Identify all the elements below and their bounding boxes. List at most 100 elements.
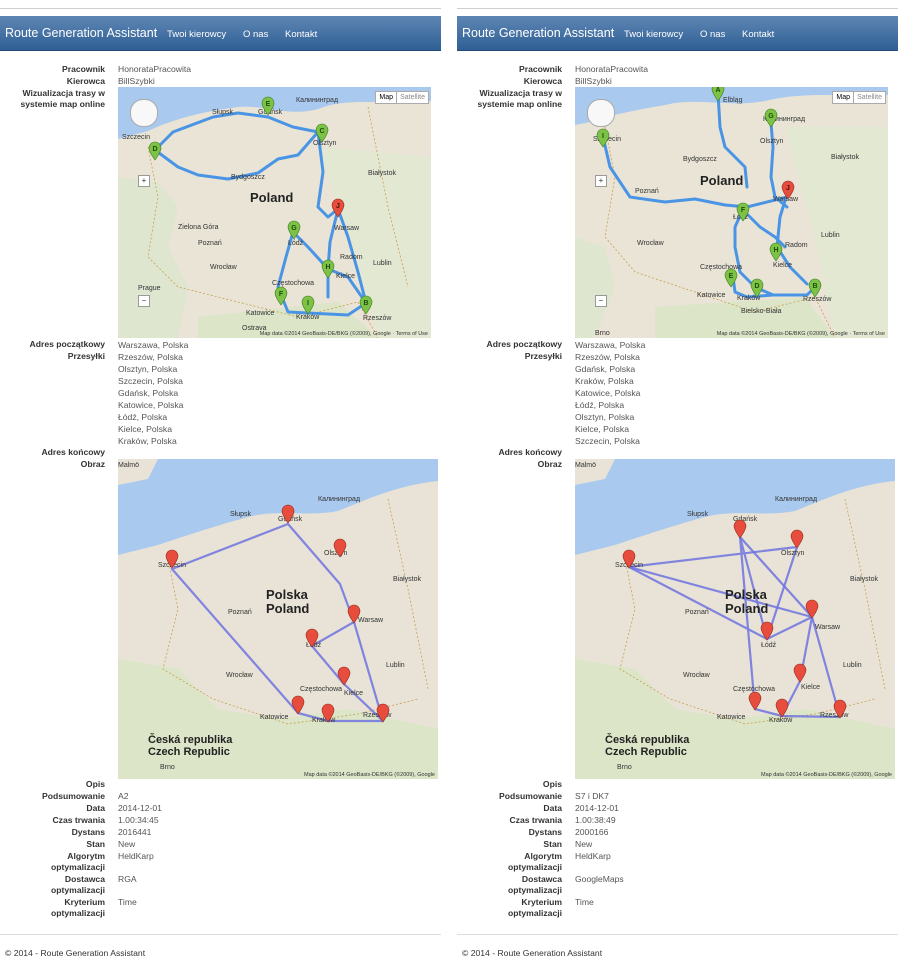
- city-wroclaw-2: Wrocław: [683, 672, 711, 679]
- nav-about-link[interactable]: O nas: [700, 29, 725, 40]
- value-pracownik: HonorataPracowita: [118, 64, 192, 74]
- label-adres-koncowy: Adres końcowy: [41, 447, 105, 457]
- country-label-poland-2: Poland: [266, 601, 309, 616]
- city-lublin-2: Lublin: [843, 662, 862, 669]
- city-czestochowa: Częstochowa: [700, 264, 742, 271]
- label-kryterium: Kryterium: [521, 897, 562, 907]
- brand-link[interactable]: Route Generation Assistant: [5, 26, 157, 40]
- label-adres-poczatkowy: Adres początkowy: [486, 339, 562, 349]
- shipment-item: Olsztyn, Polska: [575, 412, 635, 422]
- shipment-item: Szczecin, Polska: [575, 436, 640, 446]
- city-bielsko-biala: Bielsko-Biała: [741, 308, 782, 315]
- country-label-czech-en: Czech Republic: [605, 746, 687, 758]
- city-warsaw: Warsaw: [773, 196, 799, 203]
- label-dystans: Dystans: [528, 827, 562, 837]
- zoom-out-button[interactable]: −: [595, 295, 607, 307]
- zoom-in-button[interactable]: +: [138, 175, 150, 187]
- shipment-item: Kielce, Polska: [575, 424, 629, 434]
- country-label-polska: Polska: [725, 587, 768, 602]
- map-type-satellite-button[interactable]: Satellite: [396, 91, 429, 104]
- city-zielona-gora: Zielona Góra: [178, 224, 219, 231]
- shipment-item: Łódź, Polska: [575, 400, 625, 410]
- nav-contact-link[interactable]: Kontakt: [285, 29, 317, 40]
- value-algorytm: HeldKarp: [575, 851, 611, 861]
- city-lodz-2: Łódź: [761, 642, 777, 649]
- navbar: Route Generation Assistant Twoi kierowcy…: [0, 16, 441, 51]
- city-brno-2: Brno: [160, 764, 175, 771]
- value-czas-trwania: 1.00:38:49: [575, 815, 616, 825]
- label-algorytm-2: optymalizacji: [51, 862, 105, 872]
- label-stan: Stan: [86, 839, 105, 849]
- brand-link[interactable]: Route Generation Assistant: [462, 26, 614, 40]
- label-przesylki: Przesyłki: [524, 351, 562, 361]
- top-divider: [457, 8, 898, 9]
- label-wizualizacja-1: Wizualizacja trasy w: [479, 88, 562, 98]
- city-katowice: Katowice: [246, 310, 275, 317]
- shipment-item: Katowice, Polska: [118, 400, 184, 410]
- city-bialystok-2: Białystok: [850, 576, 879, 583]
- svg-text:B: B: [363, 300, 368, 307]
- label-obraz: Obraz: [80, 459, 105, 469]
- city-rzeszow: Rzeszów: [803, 296, 832, 303]
- city-czestochowa-2: Częstochowa: [300, 686, 342, 693]
- value-dystans: 2000166: [575, 827, 609, 837]
- nav-contact-link[interactable]: Kontakt: [742, 29, 774, 40]
- label-opis: Opis: [85, 779, 105, 789]
- svg-text:B: B: [812, 283, 817, 290]
- label-kierowca: Kierowca: [523, 76, 562, 86]
- label-wizualizacja-2: systemie map online: [477, 99, 562, 109]
- city-slupsk: Słupsk: [212, 109, 234, 116]
- svg-text:I: I: [602, 133, 604, 140]
- label-dystans: Dystans: [71, 827, 105, 837]
- city-katowice-2: Katowice: [717, 714, 746, 721]
- city-krakow-2: Kraków: [312, 717, 336, 724]
- map-type-map-button[interactable]: Map: [832, 91, 854, 104]
- pan-control[interactable]: [130, 99, 158, 127]
- label-wizualizacja-2: systemie map online: [20, 99, 105, 109]
- static-route-map-image: Malmö Słupsk Gdańsk Калининград Olsztyn …: [575, 459, 895, 779]
- svg-text:F: F: [741, 207, 746, 214]
- zoom-in-button[interactable]: +: [595, 175, 607, 187]
- city-lodz: Łódź: [288, 240, 304, 247]
- map-image-credit: Map data ©2014 GeoBasis-DE/BKG (©2009), …: [760, 772, 892, 778]
- city-poznan-2: Poznań: [228, 609, 252, 616]
- label-data: Data: [86, 803, 105, 813]
- country-label-czech: Česká republika: [148, 733, 233, 746]
- left-route-panel: Route Generation Assistant Twoi kierowcy…: [0, 0, 441, 972]
- nav-drivers-link[interactable]: Twoi kierowcy: [624, 29, 683, 40]
- footer-copyright: © 2014 - Route Generation Assistant: [5, 948, 146, 958]
- interactive-route-map[interactable]: Elbląg Калининград Olsztyn Szczecin Bydg…: [575, 87, 888, 338]
- map-type-map-button[interactable]: Map: [375, 91, 397, 104]
- pan-control[interactable]: [587, 99, 615, 127]
- value-kryterium: Time: [118, 897, 137, 907]
- static-route-map-image: Malmö Słupsk Gdańsk Калининград Olsztyn …: [118, 459, 438, 779]
- nav-drivers-link[interactable]: Twoi kierowcy: [167, 29, 226, 40]
- city-olsztyn-2: Olsztyn: [781, 550, 804, 557]
- city-radom: Radom: [785, 242, 808, 249]
- city-malmo: Malmö: [118, 462, 139, 469]
- svg-text:D: D: [754, 283, 759, 290]
- city-brno: Brno: [595, 330, 610, 337]
- value-kierowca: BillSzybki: [118, 76, 155, 86]
- city-radom: Radom: [340, 254, 363, 261]
- value-stan: New: [118, 839, 136, 849]
- label-czas-trwania: Czas trwania: [509, 815, 562, 825]
- city-rzeszow-2: Rzeszów: [820, 712, 849, 719]
- city-poznan: Poznań: [635, 188, 659, 195]
- city-bialystok-2: Białystok: [393, 576, 422, 583]
- city-olsztyn: Olsztyn: [313, 140, 336, 147]
- label-kryterium: Kryterium: [64, 897, 105, 907]
- map-credit: Map data ©2014 GeoBasis-DE/BKG (©2009), …: [716, 331, 885, 337]
- label-przesylki: Przesyłki: [67, 351, 105, 361]
- label-wizualizacja-1: Wizualizacja trasy w: [22, 88, 105, 98]
- city-kielce-2: Kielce: [344, 690, 363, 697]
- nav-about-link[interactable]: O nas: [243, 29, 268, 40]
- map-type-satellite-button[interactable]: Satellite: [853, 91, 886, 104]
- interactive-route-map[interactable]: Słupsk Gdańsk Калининград Olsztyn Szczec…: [118, 87, 431, 338]
- country-label-poland: Poland: [250, 190, 293, 205]
- city-bialystok: Białystok: [368, 170, 397, 177]
- city-kaliningrad-2: Калининград: [318, 496, 360, 503]
- value-kryterium: Time: [575, 897, 594, 907]
- zoom-out-button[interactable]: −: [138, 295, 150, 307]
- city-krakow-2: Kraków: [769, 717, 793, 724]
